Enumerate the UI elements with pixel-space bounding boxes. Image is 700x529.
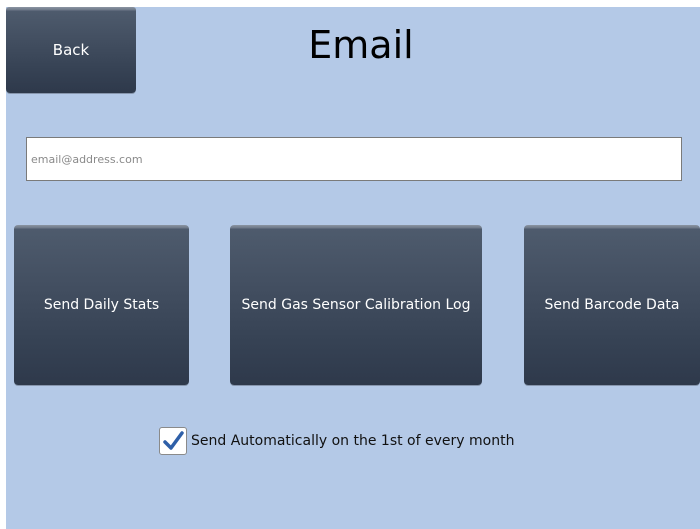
send-gas-sensor-log-label: Send Gas Sensor Calibration Log: [241, 297, 471, 313]
auto-send-checkbox[interactable]: [159, 427, 187, 455]
send-daily-stats-button[interactable]: Send Daily Stats: [14, 225, 189, 385]
send-barcode-data-label: Send Barcode Data: [544, 297, 680, 313]
send-daily-stats-label: Send Daily Stats: [43, 297, 160, 313]
send-gas-sensor-log-button[interactable]: Send Gas Sensor Calibration Log: [230, 225, 482, 385]
email-input[interactable]: [26, 137, 682, 181]
checkmark-icon: [163, 431, 184, 450]
email-screen: Back Email Send Daily Stats Send Gas Sen…: [6, 7, 700, 529]
back-button-label: Back: [52, 41, 90, 59]
page-title: Email: [308, 23, 414, 67]
auto-send-label: Send Automatically on the 1st of every m…: [191, 433, 515, 449]
back-button[interactable]: Back: [6, 7, 136, 93]
send-barcode-data-button[interactable]: Send Barcode Data: [524, 225, 700, 385]
auto-send-row: Send Automatically on the 1st of every m…: [159, 427, 514, 455]
